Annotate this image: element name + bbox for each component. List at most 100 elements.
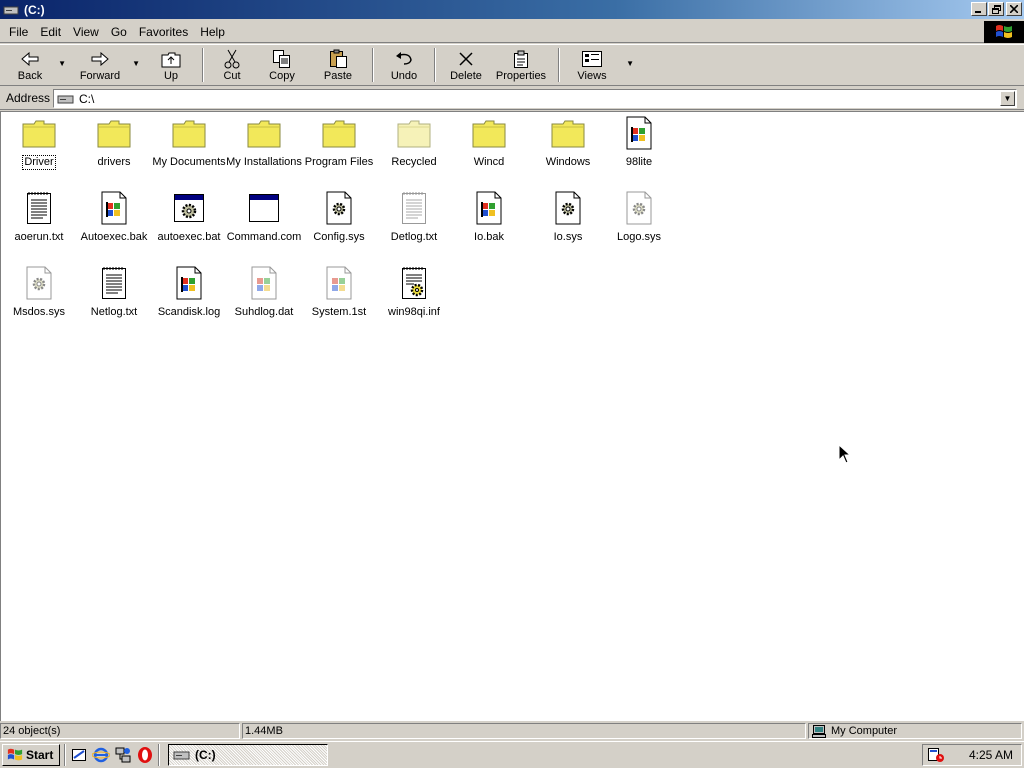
file-name: Command.com — [226, 231, 302, 243]
undo-icon — [396, 52, 412, 65]
file-item[interactable]: win98qi.inf — [374, 266, 454, 319]
close-button[interactable] — [1006, 2, 1022, 16]
menu-edit[interactable]: Edit — [34, 23, 67, 41]
file-name: Msdos.sys — [13, 306, 65, 318]
file-item[interactable]: Logo.sys — [599, 191, 679, 244]
menu-bar: File Edit View Go Favorites Help — [0, 21, 1024, 43]
address-label: Address — [6, 91, 51, 105]
file-icon — [322, 191, 356, 225]
file-item[interactable]: aoerun.txt — [0, 191, 79, 244]
toolbar-separator — [202, 48, 204, 82]
address-dropdown-button[interactable]: ▼ — [1000, 91, 1015, 106]
minimize-button[interactable] — [971, 2, 987, 16]
paste-clipboard-icon — [330, 49, 347, 68]
file-name: autoexec.bat — [157, 231, 221, 243]
address-input[interactable]: C:\ ▼ — [53, 89, 1017, 108]
file-item[interactable]: 98lite — [599, 116, 679, 169]
scheduler-icon[interactable] — [927, 747, 945, 763]
clock[interactable]: 4:25 AM — [969, 748, 1013, 762]
file-item[interactable]: Wincd — [449, 116, 529, 169]
views-button[interactable]: Views ▼ — [566, 45, 634, 85]
menu-view[interactable]: View — [67, 23, 105, 41]
file-list-view[interactable]: Driver drivers My Documents My Installation… — [0, 111, 1024, 721]
address-value: C:\ — [79, 91, 95, 106]
internet-explorer-icon[interactable] — [92, 746, 110, 764]
chevron-down-icon: ▼ — [1003, 94, 1012, 103]
folder-icon — [97, 116, 131, 150]
address-bar: Address C:\ ▼ — [0, 87, 1024, 110]
file-item[interactable]: Command.com — [224, 191, 304, 244]
file-item[interactable]: Driver — [0, 116, 79, 170]
file-icon — [97, 266, 131, 300]
forward-arrow-icon — [91, 52, 109, 66]
file-item[interactable]: Autoexec.bak — [74, 191, 154, 244]
views-dropdown-icon[interactable]: ▼ — [626, 59, 634, 68]
file-icon — [247, 191, 281, 225]
file-name: 98lite — [625, 156, 653, 168]
file-icon — [172, 266, 206, 300]
windows-logo — [984, 21, 1024, 43]
start-button[interactable]: Start — [2, 744, 60, 766]
file-name: Detlog.txt — [390, 231, 438, 243]
forward-button[interactable]: Forward ▼ — [70, 45, 140, 85]
close-icon — [1010, 5, 1018, 13]
copy-button[interactable]: Copy — [254, 45, 310, 85]
undo-button[interactable]: Undo — [380, 45, 428, 85]
minimize-icon — [975, 11, 981, 13]
file-icon — [622, 116, 656, 150]
file-icon — [22, 266, 56, 300]
restore-button[interactable] — [988, 2, 1004, 16]
status-bar: 24 object(s) 1.44MB My Computer — [0, 722, 1024, 740]
file-item[interactable]: System.1st — [299, 266, 379, 319]
opera-icon[interactable] — [136, 746, 154, 764]
back-button[interactable]: Back ▼ — [4, 45, 66, 85]
delete-x-icon — [459, 52, 473, 66]
file-item[interactable]: Netlog.txt — [74, 266, 154, 319]
file-item[interactable]: My Installations — [224, 116, 304, 169]
file-name: Program Files — [304, 156, 374, 168]
show-desktop-icon[interactable] — [70, 746, 88, 764]
file-name: drivers — [97, 156, 131, 168]
file-item[interactable]: Msdos.sys — [0, 266, 79, 319]
forward-dropdown-icon[interactable]: ▼ — [132, 59, 140, 68]
file-item[interactable]: Config.sys — [299, 191, 379, 244]
menu-file[interactable]: File — [3, 23, 34, 41]
menu-go[interactable]: Go — [105, 23, 133, 41]
folder-icon — [247, 116, 281, 150]
file-item[interactable]: Io.sys — [528, 191, 608, 244]
file-item[interactable]: drivers — [74, 116, 154, 169]
menu-favorites[interactable]: Favorites — [133, 23, 194, 41]
file-item[interactable]: Program Files — [299, 116, 379, 169]
delete-button[interactable]: Delete — [442, 45, 490, 85]
menu-help[interactable]: Help — [194, 23, 231, 41]
mouse-cursor-icon — [838, 444, 852, 464]
cut-button[interactable]: Cut — [210, 45, 254, 85]
file-item[interactable]: Windows — [528, 116, 608, 169]
file-item[interactable]: Scandisk.log — [149, 266, 229, 319]
file-item[interactable]: Detlog.txt — [374, 191, 454, 244]
file-item[interactable]: autoexec.bat — [149, 191, 229, 244]
network-icon[interactable] — [114, 746, 132, 764]
folder-icon — [551, 116, 585, 150]
back-arrow-icon — [21, 52, 39, 66]
up-button[interactable]: Up — [146, 45, 196, 85]
toolbar-separator — [434, 48, 436, 82]
taskbar-window-c-drive[interactable]: (C:) — [168, 744, 328, 766]
properties-icon — [514, 50, 528, 68]
window-title: (C:) — [24, 2, 45, 17]
up-folder-icon — [161, 52, 181, 68]
properties-button[interactable]: Properties — [490, 45, 552, 85]
file-item[interactable]: Suhdlog.dat — [224, 266, 304, 319]
file-name: My Documents — [152, 156, 226, 168]
back-dropdown-icon[interactable]: ▼ — [58, 59, 66, 68]
file-icon — [472, 191, 506, 225]
toolbar-separator — [558, 48, 560, 82]
quick-launch — [70, 746, 154, 764]
file-item[interactable]: Io.bak — [449, 191, 529, 244]
paste-button[interactable]: Paste — [310, 45, 366, 85]
title-bar[interactable]: (C:) — [0, 0, 1024, 19]
file-item[interactable]: Recycled — [374, 116, 454, 169]
file-item[interactable]: My Documents — [149, 116, 229, 169]
file-name: Config.sys — [313, 231, 365, 243]
scissors-icon — [224, 49, 240, 69]
